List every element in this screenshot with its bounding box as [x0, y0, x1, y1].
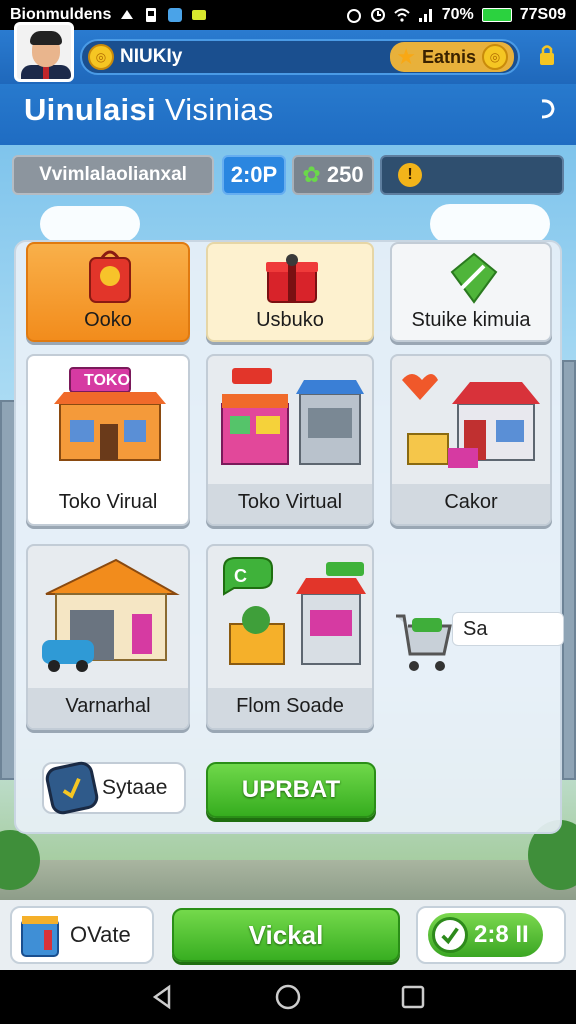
player-name: NIUKIy [120, 46, 183, 67]
avatar[interactable] [14, 22, 74, 82]
header: ◎ NIUKIy ★ Eatnis ◎ Uinulaisi Visinias [0, 22, 576, 145]
tile-label: Ooko [84, 309, 132, 331]
page-title: Uinulaisi Visinias [24, 92, 274, 128]
tile-label: Toko Virtual [237, 491, 343, 513]
stat-gems: ✿ 250 [292, 155, 374, 195]
check-badge-icon [43, 759, 101, 817]
sytaae-button[interactable]: Sytaae [42, 759, 186, 817]
back-icon[interactable] [149, 983, 177, 1011]
tile-stuike-kimuia[interactable]: Stuike kimuia [390, 242, 552, 342]
refresh-icon[interactable] [534, 96, 560, 122]
coin-icon: ◎ [482, 44, 508, 70]
alarm-icon [346, 9, 361, 23]
bottom-action-bar: OVate Vickal 2:8 II [0, 900, 576, 970]
shop-panel: Ooko Usbuko Stuike kimuia TOKO Toko Viru… [14, 240, 564, 834]
shopping-cart-icon [396, 614, 452, 671]
tile-flom-soade[interactable]: C Flom Soade [206, 544, 374, 730]
owate-button[interactable]: OVate [10, 906, 154, 964]
info-icon: ! [398, 163, 422, 187]
info-bar[interactable]: ! [380, 155, 564, 195]
cart-item[interactable]: Sa [394, 610, 564, 690]
status-bar: Bionmuldens 70% 77S09 [0, 0, 576, 30]
cloud [40, 206, 140, 242]
player-name-pill[interactable]: ◎ NIUKIy ★ Eatnis ◎ [80, 39, 520, 75]
sytaae-label: Sytaae [102, 776, 168, 799]
page-title-bold: Uinulaisi [24, 92, 156, 127]
system-nav-bar [0, 970, 576, 1024]
shop-bag-icon [89, 250, 131, 303]
background-building [562, 360, 576, 780]
tile-label: Usbuko [256, 309, 324, 331]
upgrade-button[interactable]: UPRBAT [206, 762, 376, 818]
cloud [430, 204, 550, 244]
check-icon [432, 917, 468, 953]
shop-front-icon [402, 374, 540, 468]
battery-icon [481, 8, 512, 22]
message-icon [192, 10, 207, 20]
recents-icon[interactable] [399, 983, 427, 1011]
sim-icon [146, 8, 157, 22]
tile-label: Flom Soade [236, 695, 344, 717]
tile-label: Stuike kimuia [411, 309, 531, 331]
lock-icon[interactable] [538, 44, 556, 66]
status-time: 77S09 [519, 6, 566, 23]
star-icon: ★ [396, 44, 416, 69]
tile-usbuko[interactable]: Usbuko [206, 242, 374, 342]
tile-label: Varnarhal [65, 695, 151, 717]
clock-icon [370, 8, 385, 22]
app-icon [168, 8, 183, 22]
tile-toko-virual[interactable]: TOKO Toko Virual [26, 354, 190, 526]
toko-sign: TOKO [84, 372, 130, 389]
page-title-light: Visinias [164, 92, 274, 127]
coin-icon: ◎ [88, 44, 114, 70]
tile-badge: C [234, 566, 247, 586]
stat-time: 2:0P [222, 155, 286, 195]
stat-name-field[interactable]: Vvimlalaolianxal [12, 155, 214, 195]
wifi-icon [393, 8, 410, 22]
home-icon[interactable] [274, 983, 302, 1011]
tile-label: Toko Virual [58, 491, 158, 513]
currency-label: Eatnis [421, 46, 476, 67]
garage-shop-icon [42, 558, 180, 672]
tile-toko-virtual[interactable]: Toko Virtual [206, 354, 374, 526]
tile-label: Cakor [444, 491, 498, 513]
gems-value: 250 [326, 162, 364, 187]
tile-varnarhal[interactable]: Varnarhal [26, 544, 190, 730]
shopping-bag-icon [21, 916, 59, 957]
player-row: ◎ NIUKIy ★ Eatnis ◎ [0, 22, 576, 84]
notification-icon [121, 10, 134, 19]
currency-badge[interactable]: ★ Eatnis ◎ [390, 42, 514, 72]
score-button[interactable]: 2:8 II [416, 906, 566, 964]
gift-box-icon [266, 254, 318, 303]
ticket-icon [450, 252, 498, 304]
cart-label: Sa [452, 612, 564, 646]
tile-ooko[interactable]: Ooko [26, 242, 190, 342]
market-stalls-icon [221, 368, 364, 465]
vickal-button[interactable]: Vickal [172, 908, 400, 962]
score-value: 2:8 II [474, 921, 529, 948]
background-road [0, 860, 576, 905]
stats-row: Vvimlalaolianxal 2:0P ✿ 250 ! [12, 155, 564, 195]
tile-cakor[interactable]: Cakor [390, 354, 552, 526]
clover-icon: ✿ [302, 162, 321, 187]
owate-label: OVate [70, 922, 131, 947]
signal-icon [418, 9, 432, 22]
battery-percent: 70% [441, 6, 474, 23]
